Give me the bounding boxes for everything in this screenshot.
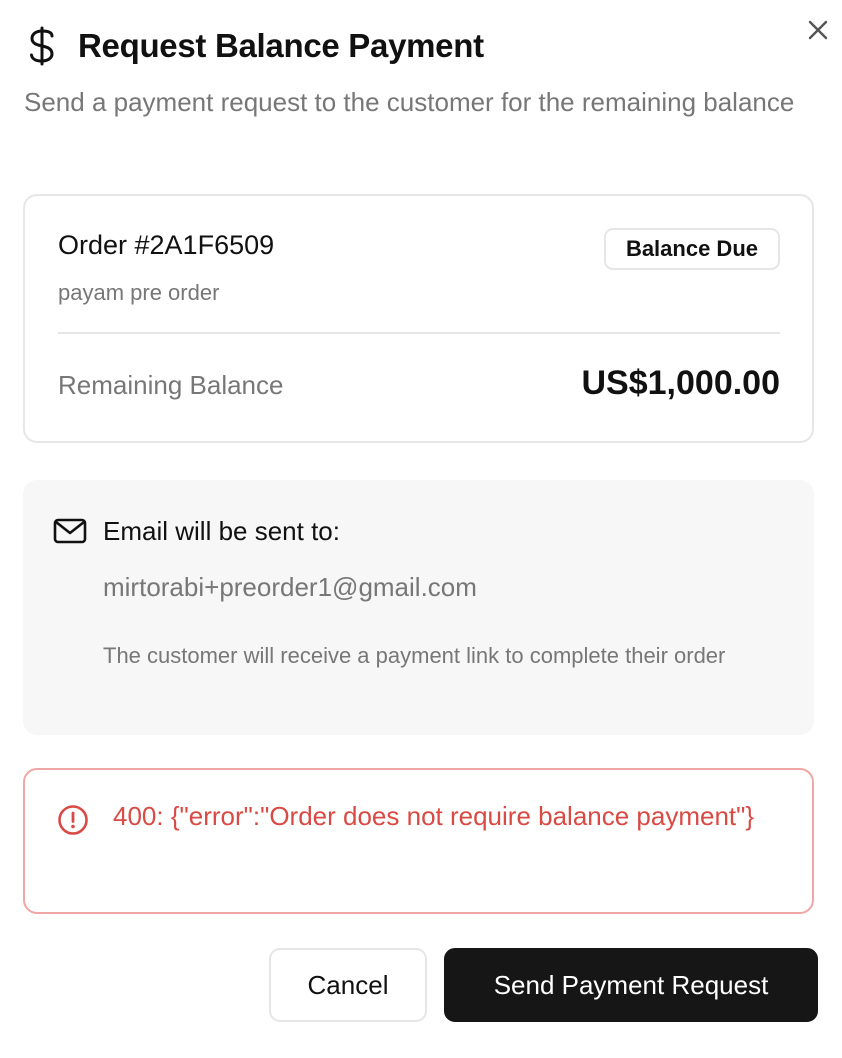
close-icon	[808, 20, 828, 40]
order-number: Order #2A1F6509	[58, 230, 275, 260]
remaining-balance-value: US$1,000.00	[581, 364, 781, 402]
dollar-icon	[24, 24, 60, 68]
send-payment-request-button[interactable]: Send Payment Request	[444, 948, 818, 1022]
error-alert: 400: {"error":"Order does not require ba…	[23, 768, 814, 914]
email-recipient-panel: Email will be sent to: mirtorabi+preorde…	[23, 480, 814, 735]
card-divider	[58, 332, 780, 334]
email-address: mirtorabi+preorder1@gmail.com	[103, 572, 477, 602]
error-message: 400: {"error":"Order does not require ba…	[113, 801, 755, 831]
email-note: The customer will receive a payment link…	[103, 643, 726, 668]
order-name: payam pre order	[58, 280, 220, 305]
dialog-subtitle: Send a payment request to the customer f…	[24, 87, 795, 117]
dialog-title: Request Balance Payment	[78, 27, 484, 64]
close-button[interactable]	[804, 16, 832, 44]
mail-icon	[53, 518, 87, 544]
alert-circle-icon	[58, 805, 88, 835]
dialog-header: Request Balance Payment	[24, 24, 484, 68]
request-balance-payment-dialog: Request Balance Payment Send a payment r…	[0, 0, 842, 1058]
status-badge: Balance Due	[603, 228, 780, 270]
email-heading: Email will be sent to:	[103, 516, 340, 546]
remaining-balance-label: Remaining Balance	[58, 370, 284, 400]
order-summary-card: Order #2A1F6509 payam pre order Balance …	[23, 194, 814, 443]
cancel-button[interactable]: Cancel	[269, 948, 427, 1022]
